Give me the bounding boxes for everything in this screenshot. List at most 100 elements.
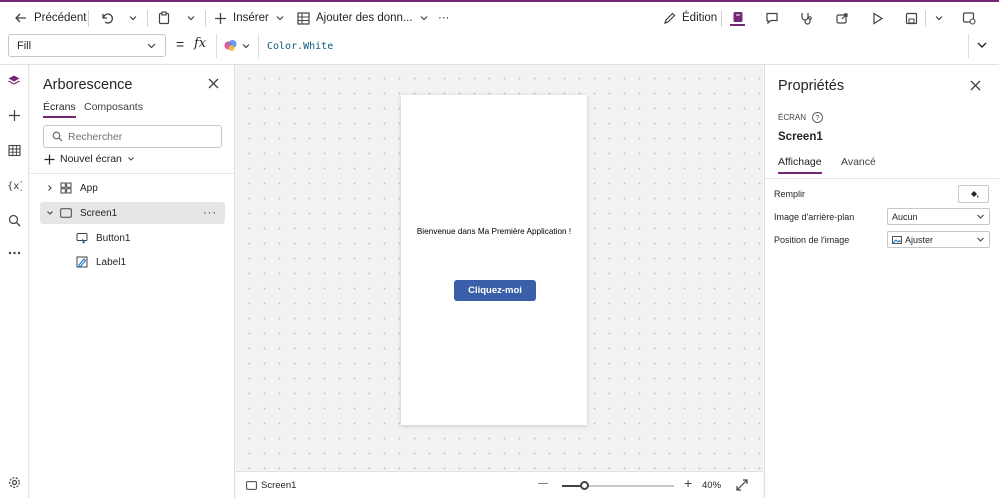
- layers-icon: [8, 75, 20, 85]
- tree-item-button1[interactable]: Button1: [40, 227, 225, 249]
- property-value: Fill: [17, 39, 32, 52]
- close-icon: [970, 80, 981, 91]
- left-rail: {x}: [0, 65, 29, 498]
- chevron-down-icon: [420, 16, 427, 21]
- chevron-down-icon: [977, 237, 984, 242]
- copilot-icon: [224, 40, 237, 51]
- undo-options-button[interactable]: [128, 2, 138, 34]
- tree-item-app[interactable]: App: [40, 177, 225, 199]
- divider: [147, 10, 148, 27]
- stethoscope-icon: [801, 13, 812, 25]
- plus-icon: [215, 12, 226, 24]
- tab-screens[interactable]: Écrans: [43, 101, 76, 118]
- save-button[interactable]: [905, 2, 918, 34]
- row-more-button[interactable]: ···: [203, 207, 217, 219]
- search-rail-button[interactable]: [4, 210, 24, 230]
- data-rail-button[interactable]: [4, 140, 24, 160]
- back-label: Précédent: [34, 12, 87, 24]
- image-position-value: Ajuster: [905, 234, 934, 245]
- tab-components[interactable]: Composants: [84, 101, 143, 113]
- arrow-left-icon: [15, 13, 26, 23]
- close-properties-button[interactable]: [970, 80, 981, 91]
- design-canvas[interactable]: Bienvenue dans Ma Première Application !…: [236, 65, 763, 470]
- more-commands-button[interactable]: ···: [438, 2, 450, 34]
- plus-icon: [8, 109, 20, 121]
- table-icon: [297, 11, 310, 25]
- insert-button[interactable]: Insérer: [214, 2, 285, 34]
- divider: [721, 10, 722, 27]
- fill-color-picker[interactable]: [958, 185, 989, 203]
- preview-button[interactable]: [871, 2, 884, 34]
- zoom-slider-thumb[interactable]: [580, 481, 589, 490]
- variables-rail-button[interactable]: {x}: [4, 175, 24, 195]
- click-me-button[interactable]: Cliquez-moi: [454, 280, 536, 301]
- tree-item-screen1[interactable]: Screen1 ···: [40, 202, 225, 224]
- comments-button[interactable]: [765, 2, 779, 34]
- chevron-down-icon: [935, 16, 943, 21]
- undo-button[interactable]: [100, 2, 114, 34]
- control-name[interactable]: Screen1: [778, 131, 823, 143]
- zoom-level: 40%: [702, 480, 722, 491]
- label-icon: [76, 256, 88, 268]
- property-dropdown[interactable]: Fill: [8, 34, 166, 57]
- gear-icon: [8, 476, 20, 488]
- search-input[interactable]: Rechercher: [43, 125, 222, 148]
- zoom-out-button[interactable]: —: [538, 478, 548, 489]
- image-position-dropdown[interactable]: Ajuster: [887, 231, 990, 248]
- tab-advanced[interactable]: Avancé: [841, 156, 876, 168]
- zoom-in-button[interactable]: +: [684, 475, 692, 491]
- add-data-button[interactable]: Ajouter des donn...: [297, 2, 429, 34]
- welcome-label[interactable]: Bienvenue dans Ma Première Application !: [401, 227, 587, 236]
- publish-icon: [962, 12, 976, 25]
- insert-label: Insérer: [233, 12, 269, 24]
- paste-options-button[interactable]: [186, 2, 196, 34]
- current-screen-indicator[interactable]: Screen1: [246, 480, 296, 491]
- edit-mode-button[interactable]: Édition: [663, 2, 717, 34]
- expand-formula-button[interactable]: [976, 39, 988, 51]
- control-type: ÉCRAN ?: [778, 112, 824, 123]
- new-screen-button[interactable]: Nouvel écran: [44, 153, 135, 165]
- tree-item-label1[interactable]: Label1: [40, 251, 225, 273]
- help-icon[interactable]: ?: [812, 112, 824, 123]
- tab-display[interactable]: Affichage: [778, 156, 822, 174]
- divider: [765, 178, 999, 179]
- insert-rail-button[interactable]: [4, 105, 24, 125]
- settings-rail-button[interactable]: [4, 472, 24, 492]
- tree-view-button[interactable]: [4, 71, 24, 91]
- chevron-down-icon: [128, 157, 134, 161]
- more-rail-button[interactable]: [4, 243, 24, 263]
- book-icon: [733, 11, 742, 22]
- more-label: ···: [438, 12, 450, 24]
- tree-item-label: App: [80, 182, 98, 194]
- properties-title: Propriétés: [778, 78, 845, 94]
- plus-icon: [44, 154, 55, 164]
- paint-bucket-icon: [970, 191, 978, 198]
- bg-image-dropdown[interactable]: Aucun: [887, 208, 990, 225]
- fit-to-window-button[interactable]: [736, 479, 748, 491]
- screen-name: Screen1: [261, 480, 297, 491]
- divider: [258, 34, 259, 58]
- control-type-label: ÉCRAN: [778, 113, 807, 122]
- command-bar: Précédent Insérer Ajouter des donn... ··…: [0, 0, 999, 34]
- share-button[interactable]: [835, 2, 849, 34]
- close-icon: [208, 78, 219, 89]
- more-icon: [8, 251, 20, 255]
- table-icon: [7, 144, 21, 156]
- back-button[interactable]: Précédent: [14, 2, 86, 34]
- app-checker-button[interactable]: [799, 2, 813, 34]
- close-tree-button[interactable]: [208, 78, 219, 89]
- variables-icon: {x}: [7, 181, 22, 192]
- app-screen-preview[interactable]: Bienvenue dans Ma Première Application !…: [401, 95, 587, 425]
- formula-input[interactable]: Color.White: [260, 35, 968, 57]
- paste-button[interactable]: [157, 2, 171, 34]
- copilot-button[interactable]: [730, 2, 745, 34]
- save-options-button[interactable]: [934, 2, 944, 34]
- comment-icon: [766, 12, 778, 25]
- button-icon: [76, 233, 88, 244]
- copilot-formula-button[interactable]: [223, 38, 251, 53]
- zoom-slider-track[interactable]: [562, 481, 674, 490]
- equals-sign: =: [176, 36, 185, 52]
- publish-button[interactable]: [962, 2, 976, 34]
- tree-item-label: Button1: [96, 232, 131, 244]
- chevron-right-icon: [48, 185, 52, 191]
